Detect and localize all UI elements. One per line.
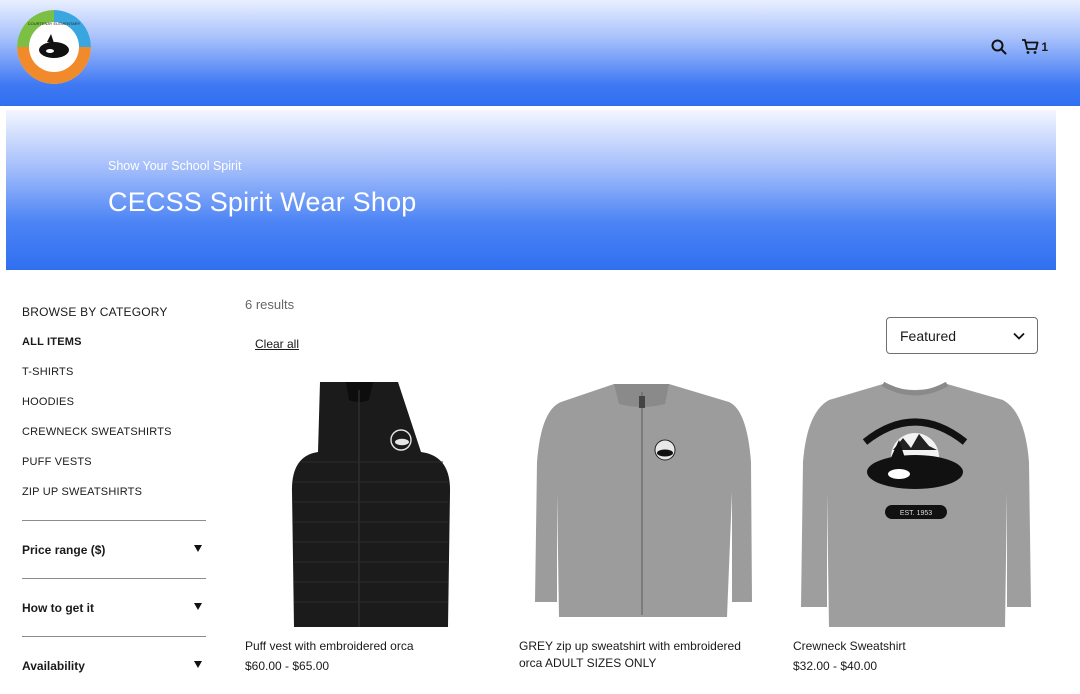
product-name-line2[interactable]: orca ADULT SIZES ONLY bbox=[519, 655, 777, 672]
filter-availability[interactable]: Availability bbox=[22, 636, 206, 694]
hero-subtitle: Show Your School Spirit bbox=[108, 159, 242, 173]
product-card-grey-zip-up[interactable]: GREY zip up sweatshirt with embroidered … bbox=[519, 382, 777, 672]
triangle-down-icon bbox=[194, 661, 202, 668]
hero-title: CECSS Spirit Wear Shop bbox=[108, 187, 417, 217]
cart-button[interactable]: 1 bbox=[1021, 38, 1048, 55]
category-puff-vests[interactable]: PUFF VESTS bbox=[22, 456, 206, 486]
triangle-down-icon bbox=[194, 545, 202, 552]
product-name[interactable]: Puff vest with embroidered orca bbox=[245, 638, 503, 655]
category-crewneck-sweatshirts[interactable]: CREWNECK SWEATSHIRTS bbox=[22, 426, 206, 456]
school-logo[interactable]: COURTENAY ELEMENTARY bbox=[17, 10, 91, 84]
category-sidebar: BROWSE BY CATEGORY ALL ITEMS T-SHIRTS HO… bbox=[22, 300, 206, 694]
category-heading: BROWSE BY CATEGORY bbox=[22, 305, 168, 319]
category-t-shirts[interactable]: T-SHIRTS bbox=[22, 366, 206, 396]
product-price: $32.00 - $40.00 bbox=[793, 659, 878, 673]
cart-icon bbox=[1022, 39, 1039, 54]
product-name[interactable]: Crewneck Sweatshirt bbox=[793, 638, 1051, 655]
product-card-puff-vest[interactable]: Puff vest with embroidered orca $60.00 -… bbox=[245, 382, 503, 673]
sort-value: Featured bbox=[900, 327, 957, 344]
product-image-crewneck[interactable]: EST. 1953 bbox=[793, 381, 1051, 630]
results-count: 6 results bbox=[245, 297, 295, 312]
category-all-items[interactable]: ALL ITEMS bbox=[22, 336, 206, 366]
product-name[interactable]: GREY zip up sweatshirt with embroidered bbox=[519, 638, 777, 655]
filter-label: How to get it bbox=[22, 601, 94, 615]
svg-text:COURTENAY ELEMENTARY: COURTENAY ELEMENTARY bbox=[28, 21, 81, 26]
product-image-grey-zip-up[interactable] bbox=[519, 382, 777, 630]
category-hoodies[interactable]: HOODIES bbox=[22, 396, 206, 426]
svg-text:EST. 1953: EST. 1953 bbox=[900, 510, 932, 517]
hero-banner: Show Your School Spirit CECSS Spirit Wea… bbox=[6, 110, 1056, 270]
sort-select[interactable]: Featured bbox=[886, 317, 1038, 354]
search-icon bbox=[991, 39, 1007, 54]
search-button[interactable] bbox=[991, 39, 1007, 55]
cart-count: 1 bbox=[1041, 39, 1048, 54]
filter-how-to-get-it[interactable]: How to get it bbox=[22, 578, 206, 636]
filter-label: Availability bbox=[22, 659, 85, 673]
header-actions: 1 bbox=[991, 38, 1048, 55]
product-card-crewneck[interactable]: EST. 1953 Crewneck Sweatshirt $32.00 - $… bbox=[793, 381, 1051, 673]
product-price: $60.00 - $65.00 bbox=[245, 659, 330, 673]
clear-all-link[interactable]: Clear all bbox=[255, 337, 299, 351]
site-header: COURTENAY ELEMENTARY 1 bbox=[0, 0, 1080, 106]
filter-label: Price range ($) bbox=[22, 543, 106, 557]
triangle-down-icon bbox=[194, 603, 202, 610]
filter-price-range[interactable]: Price range ($) bbox=[22, 520, 206, 578]
chevron-down-icon bbox=[1013, 332, 1025, 340]
product-image-puff-vest[interactable] bbox=[245, 382, 503, 630]
category-zip-up-sweatshirts[interactable]: ZIP UP SWEATSHIRTS bbox=[22, 486, 206, 516]
